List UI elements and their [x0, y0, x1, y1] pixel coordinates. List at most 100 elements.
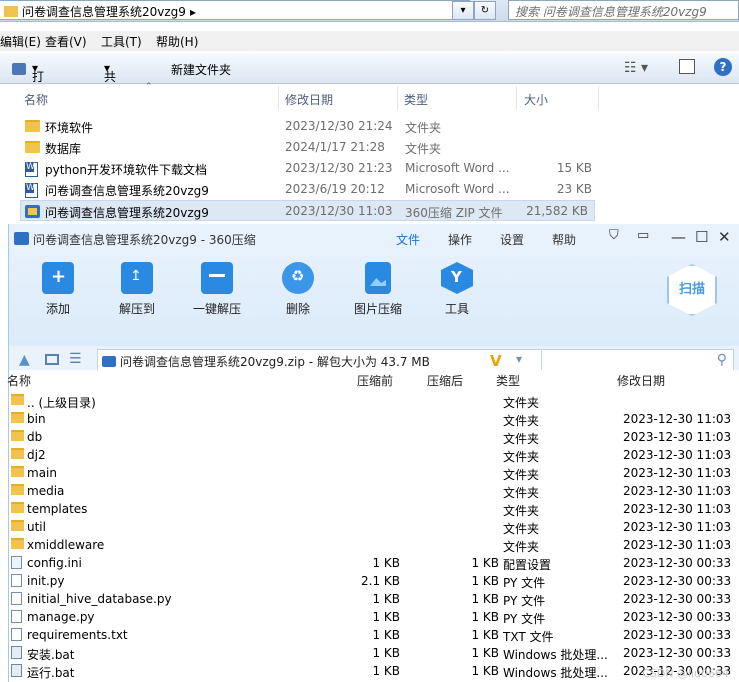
- cell-date: 2023/6/19 20:12: [285, 182, 385, 196]
- cell-type: Microsoft Word ...: [405, 161, 510, 175]
- zcol-compressed[interactable]: 压缩前: [357, 372, 393, 389]
- menu-settings[interactable]: 设置: [500, 231, 524, 248]
- col-modified[interactable]: 修改日期: [285, 91, 333, 108]
- cell-c2: 1 KB: [471, 628, 499, 642]
- explorer-row[interactable]: 问卷调查信息管理系统20vzg9 2023/6/19 20:12 Microsoft…: [0, 179, 600, 200]
- one-click-extract-button[interactable]: 一键解压: [182, 260, 252, 317]
- preview-pane-icon[interactable]: [679, 59, 695, 74]
- cell-date: 2023-12-30 11:03: [623, 466, 732, 480]
- cell-name: config.ini: [27, 556, 82, 570]
- list-view-icon[interactable]: ☰: [69, 351, 82, 367]
- zip-row[interactable]: requirements.txt 1 KB 1 KB TXT 文件 2023-12-30…: [9, 626, 739, 644]
- chevron-down-icon[interactable]: ▾: [516, 352, 522, 366]
- address-dropdown-button[interactable]: ▾: [452, 1, 474, 20]
- cell-name: initial_hive_database.py: [27, 592, 172, 606]
- help-icon[interactable]: ?: [714, 58, 732, 76]
- cell-type: 文件夹: [503, 450, 540, 464]
- cell-date: 2023-12-30 00:33: [623, 610, 732, 624]
- folder-icon: [11, 394, 24, 405]
- folder-icon: [11, 448, 24, 459]
- skin-icon[interactable]: ⛉: [609, 228, 619, 243]
- zcol-type[interactable]: 类型: [496, 372, 520, 389]
- explorer-menu-bar: 编辑(E) 查看(V) 工具(T) 帮助(H): [0, 31, 739, 51]
- address-path[interactable]: 问卷调查信息管理系统20vzg9 ▸: [0, 0, 470, 20]
- cell-type: Windows 批处理...: [503, 648, 608, 662]
- explorer-row[interactable]: 数据库 2024/1/17 21:28 文件夹: [0, 137, 600, 158]
- add-button[interactable]: + 添加: [23, 260, 93, 317]
- explorer-row[interactable]: python开发环境软件下载文档 2023/12/30 21:23 Microsof…: [0, 158, 600, 179]
- zip-row[interactable]: .. (上级目录) 文件夹: [9, 392, 739, 410]
- zip-row[interactable]: db 文件夹 2023-12-30 11:03: [9, 428, 739, 446]
- cell-size: 21,582 KB: [526, 204, 588, 218]
- tools-button[interactable]: Y 工具: [422, 260, 492, 317]
- app-icon: [14, 232, 29, 245]
- cell-c1: 1 KB: [372, 664, 400, 678]
- batch-file-icon: [11, 664, 22, 677]
- menu-help[interactable]: 帮助(H): [156, 33, 198, 50]
- menu-help[interactable]: 帮助: [552, 231, 576, 248]
- thumbnail-view-icon[interactable]: [45, 354, 59, 365]
- col-name[interactable]: 名称: [24, 91, 48, 108]
- cell-c1: 1 KB: [372, 556, 400, 570]
- minimize-button[interactable]: —: [671, 228, 686, 246]
- zip-row[interactable]: bin 文件夹 2023-12-30 11:03: [9, 410, 739, 428]
- extract-to-button[interactable]: ↥ 解压到: [102, 260, 172, 317]
- zip-row[interactable]: media 文件夹 2023-12-30 11:03: [9, 482, 739, 500]
- cell-date: 2023-12-30 11:03: [623, 520, 732, 534]
- search-input[interactable]: 搜索 问卷调查信息管理系统20vzg9: [508, 0, 739, 20]
- cell-name: bin: [27, 412, 46, 426]
- new-folder-button[interactable]: 新建文件夹: [171, 61, 231, 78]
- open-button[interactable]: 打开 ▾: [32, 61, 44, 101]
- zip-row[interactable]: dj2 文件夹 2023-12-30 11:03: [9, 446, 739, 464]
- zip-row[interactable]: manage.py 1 KB 1 KB PY 文件 2023-12-30 00:33: [9, 608, 739, 626]
- zip-row[interactable]: util 文件夹 2023-12-30 11:03: [9, 518, 739, 536]
- zip-row[interactable]: 运行.bat 1 KB 1 KB Windows 批处理... 2023-12-30 0…: [9, 662, 739, 680]
- zip-row[interactable]: main 文件夹 2023-12-30 11:03: [9, 464, 739, 482]
- search-icon[interactable]: ⚲: [717, 352, 727, 368]
- message-icon[interactable]: ▭: [637, 228, 649, 243]
- zip-row[interactable]: init.py 2.1 KB 1 KB PY 文件 2023-12-30 00:33: [9, 572, 739, 590]
- image-compress-button[interactable]: 图片压缩: [343, 260, 413, 317]
- cell-date: 2023-12-30 11:03: [623, 430, 732, 444]
- maximize-button[interactable]: ☐: [695, 228, 708, 246]
- close-button[interactable]: ✕: [718, 228, 731, 246]
- cell-date: 2023/12/30 21:23: [285, 161, 393, 175]
- zcol-name[interactable]: 名称: [7, 372, 31, 389]
- share-button[interactable]: 共享 ▾: [104, 61, 116, 101]
- scan-button[interactable]: 扫描: [667, 264, 717, 316]
- delete-button[interactable]: ♻ 删除: [263, 260, 333, 317]
- explorer-row[interactable]: 问卷调查信息管理系统20vzg9 2023/12/30 11:03 360压缩 ZI…: [20, 200, 595, 221]
- menu-edit[interactable]: 编辑(E): [0, 33, 41, 50]
- zcol-after[interactable]: 压缩后: [427, 372, 463, 389]
- word-doc-icon: [25, 162, 38, 177]
- cell-c1: 1 KB: [372, 610, 400, 624]
- menu-operate[interactable]: 操作: [448, 231, 472, 248]
- menu-tools[interactable]: 工具(T): [101, 33, 142, 50]
- sort-asc-icon: ⌃: [145, 82, 153, 92]
- file-icon: [11, 610, 22, 623]
- up-arrow-icon[interactable]: ▲: [19, 352, 30, 368]
- refresh-button[interactable]: ↻: [474, 1, 496, 20]
- cell-date: 2024/1/17 21:28: [285, 140, 385, 154]
- cell-type: Microsoft Word ...: [405, 182, 510, 196]
- cell-name: requirements.txt: [27, 628, 128, 642]
- zip-row[interactable]: initial_hive_database.py 1 KB 1 KB PY 文件 202…: [9, 590, 739, 608]
- zip-row[interactable]: xmiddleware 文件夹 2023-12-30 11:03: [9, 536, 739, 554]
- cell-type: 文件夹: [503, 522, 540, 536]
- menu-file[interactable]: 文件: [396, 231, 420, 248]
- explorer-toolbar: 打开 ▾ 共享 ▾ 新建文件夹 ☷ ▾ ?: [0, 54, 739, 101]
- col-size[interactable]: 大小: [524, 91, 548, 108]
- cell-date: 2023-12-30 00:33: [623, 574, 732, 588]
- zip-row[interactable]: 安装.bat 1 KB 1 KB Windows 批处理... 2023-12-30 0…: [9, 644, 739, 662]
- cell-type: 文件夹: [503, 486, 540, 500]
- zip-file-icon: [102, 356, 116, 367]
- explorer-row[interactable]: 环境软件 2023/12/30 21:24 文件夹: [0, 116, 600, 137]
- menu-view[interactable]: 查看(V): [45, 33, 87, 50]
- zcol-modified[interactable]: 修改日期: [617, 372, 665, 389]
- col-type[interactable]: 类型: [404, 91, 428, 108]
- zip-row[interactable]: templates 文件夹 2023-12-30 11:03: [9, 500, 739, 518]
- add-icon: +: [42, 262, 74, 294]
- zip-row[interactable]: config.ini 1 KB 1 KB 配置设置 2023-12-30 00:33: [9, 554, 739, 572]
- view-options-icon[interactable]: ☷ ▾: [624, 60, 648, 76]
- cell-type: 360压缩 ZIP 文件: [405, 206, 503, 220]
